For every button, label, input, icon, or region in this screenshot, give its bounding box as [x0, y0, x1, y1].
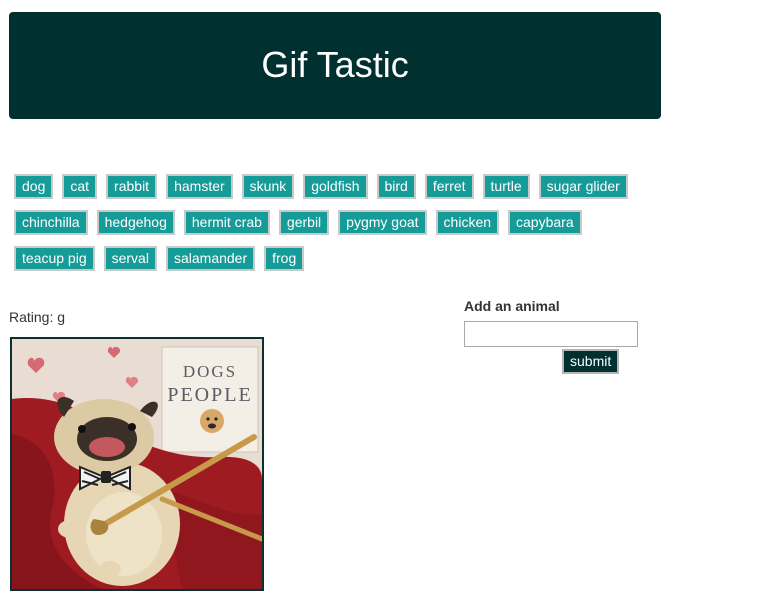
page-title: Gif Tastic	[261, 43, 409, 85]
animal-button-hermit-crab[interactable]: hermit crab	[183, 210, 270, 235]
submit-button[interactable]: submit	[562, 349, 620, 374]
gif-rating: Rating: g	[9, 309, 66, 325]
book-title-top: DOGS	[183, 362, 237, 381]
animal-button-dog[interactable]: dog	[14, 174, 54, 199]
book-title-bottom: PEOPLE	[167, 384, 252, 406]
gif-image[interactable]: DOGS PEOPLE	[10, 337, 264, 591]
animal-button-ferret[interactable]: ferret	[424, 174, 474, 199]
animal-button-sugar-glider[interactable]: sugar glider	[538, 174, 628, 199]
pug-gif-illustration: DOGS PEOPLE	[12, 339, 262, 589]
animal-input[interactable]	[464, 321, 638, 347]
animal-button-row: dog cat rabbit hamster skunk goldfish bird ferr…	[14, 174, 654, 199]
animal-button-serval[interactable]: serval	[103, 246, 157, 271]
animal-button-hamster[interactable]: hamster	[166, 174, 233, 199]
animal-button-goldfish[interactable]: goldfish	[303, 174, 368, 199]
animal-button-chicken[interactable]: chicken	[435, 210, 500, 235]
animal-button-gerbil[interactable]: gerbil	[278, 210, 330, 235]
add-animal-label: Add an animal	[464, 298, 560, 314]
animal-button-chinchilla[interactable]: chinchilla	[14, 210, 88, 235]
animal-button-frog[interactable]: frog	[264, 246, 305, 271]
animal-button-row: chinchilla hedgehog hermit crab gerbil pygmy…	[14, 210, 654, 235]
add-animal-form: Add an animal submit	[464, 298, 644, 374]
animal-button-row: teacup pig serval salamander frog	[14, 246, 654, 271]
page-header: Gif Tastic	[9, 12, 661, 119]
animal-button-rabbit[interactable]: rabbit	[106, 174, 158, 199]
animal-button-cat[interactable]: cat	[62, 174, 98, 199]
animal-button-hedgehog[interactable]: hedgehog	[96, 210, 175, 235]
animal-button-pygmy-goat[interactable]: pygmy goat	[338, 210, 427, 235]
animal-button-list: dog cat rabbit hamster skunk goldfish bird ferr…	[14, 174, 654, 282]
animal-button-salamander[interactable]: salamander	[165, 246, 256, 271]
animal-button-skunk[interactable]: skunk	[241, 174, 295, 199]
animal-button-turtle[interactable]: turtle	[482, 174, 530, 199]
animal-button-bird[interactable]: bird	[376, 174, 416, 199]
animal-button-capybara[interactable]: capybara	[508, 210, 582, 235]
animal-button-teacup-pig[interactable]: teacup pig	[14, 246, 95, 271]
